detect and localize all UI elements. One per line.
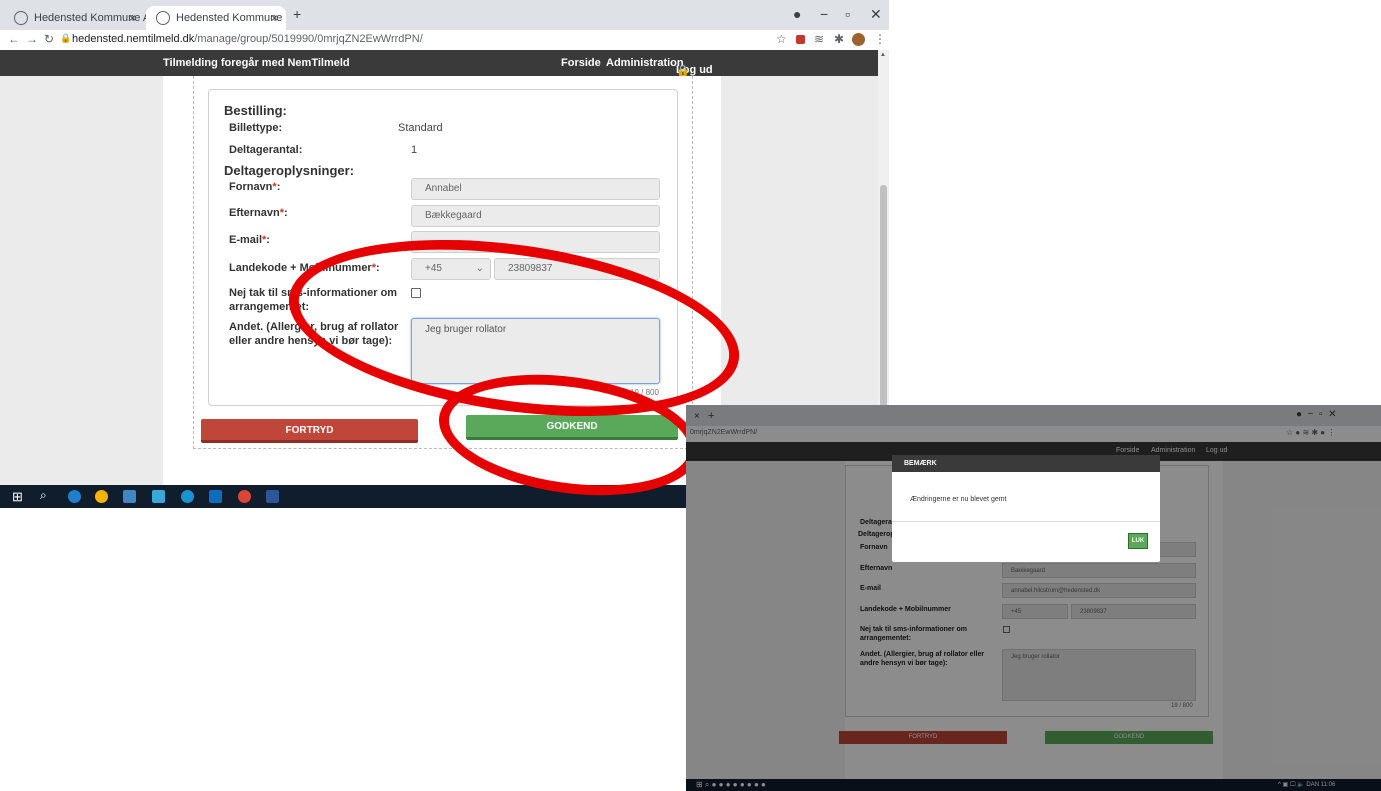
confirmation-screenshot: × + ● − ▫ ✕ 0mrjqZN2EwWrrdPN/ ☆ ● ≋ ✱ ● … xyxy=(686,405,1381,791)
puzzle-icon[interactable]: ✱ xyxy=(834,32,844,46)
avatar[interactable] xyxy=(852,33,865,46)
scroll-up-icon[interactable]: ▲ xyxy=(880,52,886,58)
email-label-text: E-mail xyxy=(229,234,263,246)
tab-label: Hedensted Kommune xyxy=(176,12,283,24)
modal-message: Ændringerne er nu blevet gemt xyxy=(910,496,1007,503)
word-icon[interactable] xyxy=(266,490,279,503)
lock-icon: 🔒 xyxy=(60,33,72,43)
restore-icon[interactable]: ▫ xyxy=(845,6,850,22)
count-value: 1 xyxy=(411,144,418,156)
reload-icon[interactable]: ↻ xyxy=(44,32,54,46)
required-mark: * xyxy=(272,181,277,193)
required-mark: * xyxy=(262,234,267,246)
count-label: Deltagerantal: xyxy=(229,144,303,156)
star-icon[interactable]: ☆ xyxy=(776,32,787,46)
order-heading: Bestilling: xyxy=(224,103,287,118)
firstname-input[interactable]: Annabel xyxy=(411,178,660,200)
outlook-icon[interactable] xyxy=(209,490,222,503)
brand-text: Tilmelding foregår med NemTilmeld xyxy=(163,57,350,69)
menu-icon[interactable]: ⋮ xyxy=(874,32,886,46)
forward-icon[interactable]: → xyxy=(26,32,38,46)
site-top-navigation: Tilmelding foregår med NemTilmeld Forsid… xyxy=(0,50,878,77)
extension-icon[interactable]: ≋ xyxy=(814,32,824,46)
close-modal-button[interactable]: LUK xyxy=(1128,533,1148,549)
back-icon[interactable]: ← xyxy=(8,32,20,46)
url-host: hedensted.nemtilmeld.dk xyxy=(72,33,195,45)
record-icon[interactable]: ● xyxy=(793,6,801,22)
search-icon[interactable]: ⌕ xyxy=(40,488,47,503)
ticket-label: Billettype: xyxy=(229,122,283,134)
firstname-label: Fornavn*: xyxy=(229,181,281,193)
skype-icon[interactable] xyxy=(181,490,194,503)
lastname-input[interactable]: Bækkegaard xyxy=(411,205,660,227)
app-icon[interactable] xyxy=(123,490,136,503)
extension-icon[interactable] xyxy=(796,35,805,44)
close-tab-icon[interactable]: × xyxy=(129,6,136,30)
confirmation-modal: BEMÆRK Ændringerne er nu blevet gemt LUK xyxy=(892,455,1160,562)
nav-administration[interactable]: Administration xyxy=(606,57,684,69)
close-window-icon[interactable]: ✕ xyxy=(870,6,882,23)
url-text[interactable]: hedensted.nemtilmeld.dk/manage/group/501… xyxy=(72,33,423,45)
windows-start-icon[interactable]: ⊞ xyxy=(12,489,23,505)
browser-tab[interactable]: Hedensted Kommune Administra × xyxy=(4,6,195,30)
app-icon[interactable] xyxy=(152,490,165,503)
browser-tab-active[interactable]: Hedensted Kommune × xyxy=(146,6,286,30)
url-path: /manage/group/5019990/0mrjqZN2EwWrrdPN/ xyxy=(194,33,423,45)
close-tab-icon[interactable]: × xyxy=(271,6,278,30)
required-mark: * xyxy=(279,207,285,219)
minimize-icon[interactable]: − xyxy=(820,6,828,22)
clock-icon xyxy=(156,11,170,26)
new-tab-icon[interactable]: + xyxy=(293,6,301,22)
participant-heading: Deltageroplysninger: xyxy=(224,163,355,178)
modal-title: BEMÆRK xyxy=(892,455,1160,472)
app-icon[interactable] xyxy=(95,490,108,503)
clock-icon xyxy=(14,11,28,26)
nav-forside[interactable]: Forside xyxy=(561,57,601,69)
chrome-icon[interactable] xyxy=(238,490,251,503)
address-bar[interactable]: ← → ↻ 🔒 hedensted.nemtilmeld.dk/manage/g… xyxy=(0,30,889,50)
lastname-label-text: Efternavn xyxy=(229,207,280,219)
browser-tab-bar: Hedensted Kommune Administra × Hedensted… xyxy=(0,0,889,30)
edge-icon[interactable] xyxy=(68,490,81,503)
ticket-value: Standard xyxy=(398,122,443,134)
cancel-button[interactable]: FORTRYD xyxy=(201,419,418,443)
modal-divider xyxy=(892,521,1160,522)
email-label: E-mail*: xyxy=(229,234,270,246)
firstname-label-text: Fornavn xyxy=(229,181,273,193)
lastname-label: Efternavn*: xyxy=(229,207,288,219)
